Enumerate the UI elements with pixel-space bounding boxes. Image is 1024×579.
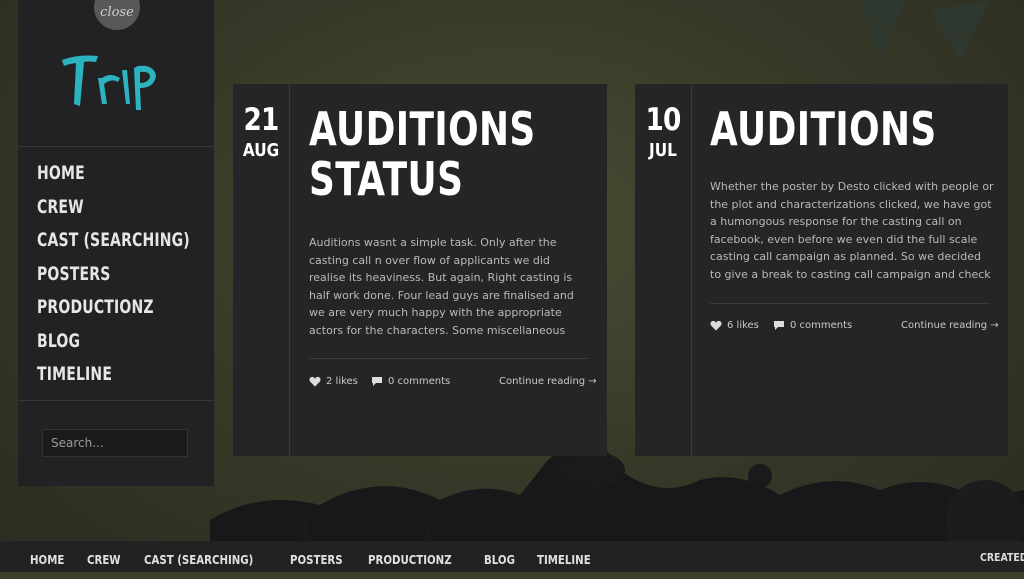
likes-count: 2 likes (326, 376, 358, 387)
comment-icon (774, 321, 784, 330)
post-title-line[interactable]: AUDITIONS (309, 102, 536, 156)
footer-nav-timeline[interactable]: TIMELINE (537, 541, 591, 572)
sidebar-divider (18, 146, 214, 147)
heart-icon (710, 320, 722, 331)
footer-bar: HOME CREW CAST (SEARCHING) POSTERS PRODU… (0, 541, 1024, 572)
post-title-line[interactable]: AUDITIONS (710, 102, 937, 156)
comments-count: 0 comments (388, 376, 451, 387)
site-logo[interactable] (58, 48, 170, 116)
sidebar-item-cast[interactable]: CAST (SEARCHING) (37, 225, 190, 259)
sidebar-item-productionz[interactable]: PRODUCTIONZ (37, 292, 190, 326)
sidebar-item-home[interactable]: HOME (37, 158, 190, 192)
post-title[interactable]: AUDITIONS (710, 104, 937, 154)
sidebar-menu: HOME CREW CAST (SEARCHING) POSTERS PRODU… (37, 158, 223, 393)
footer-nav-blog[interactable]: BLOG (484, 541, 515, 572)
post-title[interactable]: AUDITIONS STATUS (309, 104, 536, 204)
search-input[interactable]: Search... (42, 429, 188, 457)
post-month: JUL (649, 140, 677, 161)
continue-reading-link[interactable]: Continue reading → (499, 376, 597, 387)
sidebar-item-posters[interactable]: POSTERS (37, 259, 190, 293)
post-excerpt: Auditions wasnt a simple task. Only afte… (309, 236, 574, 337)
post-date: 21 AUG (233, 84, 290, 456)
footer-nav-posters[interactable]: POSTERS (290, 541, 343, 572)
sidebar-item-blog[interactable]: BLOG (37, 326, 190, 360)
comments-link[interactable]: 0 comments (773, 320, 852, 331)
comments-count: 0 comments (790, 320, 853, 331)
footer-credit: CREATED B (980, 551, 1024, 564)
meta-divider (309, 358, 589, 359)
sidebar-divider (18, 400, 214, 401)
continue-reading-link[interactable]: Continue reading → (901, 320, 999, 331)
sidebar-item-crew[interactable]: CREW (37, 192, 190, 226)
post-card: 10 JUL AUDITIONS Whether the poster by D… (635, 84, 1008, 456)
comment-icon (372, 377, 382, 386)
sidebar-item-timeline[interactable]: TIMELINE (37, 359, 190, 393)
post-day: 21 (243, 102, 280, 138)
footer-nav-cast[interactable]: CAST (SEARCHING) (144, 541, 253, 572)
post-title-line[interactable]: STATUS (309, 152, 463, 206)
meta-divider (710, 303, 990, 304)
heart-icon (309, 376, 321, 387)
post-month: AUG (242, 140, 280, 161)
post-day: 10 (645, 102, 682, 138)
comments-link[interactable]: 0 comments (371, 376, 450, 387)
footer-nav-crew[interactable]: CREW (87, 541, 121, 572)
likes-button[interactable]: 6 likes (710, 320, 759, 331)
post-excerpt: Whether the poster by Desto clicked with… (710, 180, 994, 281)
post-card: 21 AUG AUDITIONS STATUS Auditions wasnt … (233, 84, 607, 456)
likes-button[interactable]: 2 likes (309, 376, 358, 387)
footer-nav-home[interactable]: HOME (30, 541, 64, 572)
likes-count: 6 likes (727, 320, 759, 331)
sidebar: HOME CREW CAST (SEARCHING) POSTERS PRODU… (18, 0, 214, 486)
trip-logo-icon (62, 55, 156, 110)
post-date: 10 JUL (635, 84, 692, 456)
footer-nav-productionz[interactable]: PRODUCTIONZ (368, 541, 452, 572)
footer-nav: HOME CREW CAST (SEARCHING) POSTERS PRODU… (30, 541, 617, 572)
